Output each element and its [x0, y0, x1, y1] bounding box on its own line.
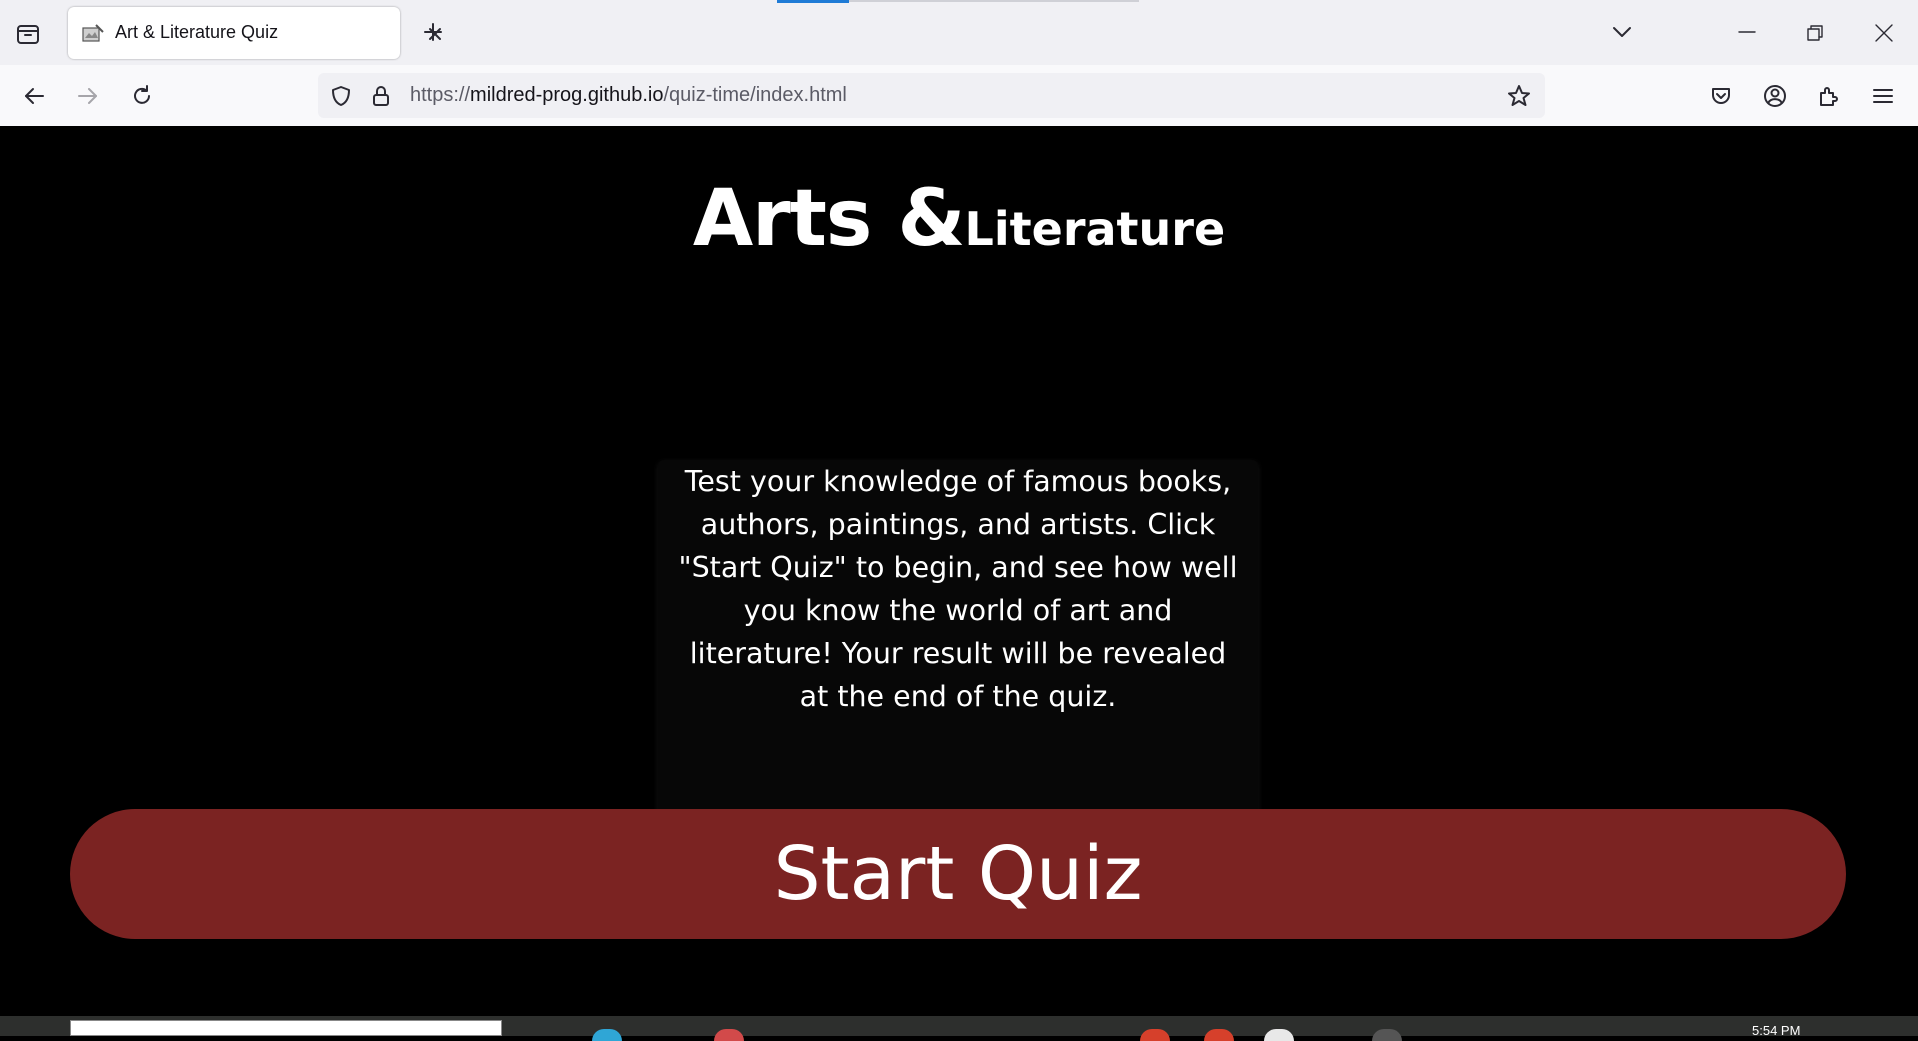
url-text[interactable]: https://mildred-prog.github.io/quiz-time… [410, 84, 847, 107]
browser-chrome: Art & Literature Quiz https://mildred-pr… [0, 0, 1918, 126]
tab-strip: Art & Literature Quiz [0, 0, 1918, 65]
start-quiz-button[interactable]: Start Quiz [70, 809, 1846, 939]
taskbar-search-box[interactable] [70, 1020, 502, 1036]
firefox-view-icon[interactable] [12, 18, 44, 50]
extensions-icon[interactable] [1814, 81, 1844, 111]
url-bar[interactable]: https://mildred-prog.github.io/quiz-time… [318, 73, 1545, 118]
navigation-bar: https://mildred-prog.github.io/quiz-time… [0, 65, 1918, 126]
pocket-icon[interactable] [1706, 81, 1736, 111]
url-scheme: https:// [410, 84, 471, 106]
intro-card: Test your knowledge of famous books, aut… [658, 460, 1258, 850]
plus-icon[interactable] [419, 18, 447, 46]
taskbar-app-icon[interactable] [592, 1029, 622, 1041]
account-icon[interactable] [1760, 81, 1790, 111]
taskbar-app-icon[interactable] [1372, 1029, 1402, 1041]
page-title: Arts &Literature [0, 174, 1918, 264]
tab-title: Art & Literature Quiz [115, 22, 279, 42]
taskbar: 5:54 PM [0, 1016, 1918, 1041]
reload-icon[interactable] [126, 80, 158, 112]
active-tab[interactable]: Art & Literature Quiz [68, 7, 441, 59]
url-path: /quiz-time/index.html [663, 84, 847, 106]
taskbar-app-icon[interactable] [1264, 1029, 1294, 1041]
forward-icon[interactable] [72, 80, 104, 112]
intro-text: Test your knowledge of famous books, aut… [678, 465, 1238, 713]
restore-icon[interactable] [1800, 20, 1830, 46]
url-host: mildred-prog.github.io [470, 84, 664, 106]
art-favicon-icon [82, 24, 104, 42]
taskbar-app-icon[interactable] [1140, 1029, 1170, 1041]
bookmark-star-icon[interactable] [1505, 82, 1533, 110]
chevron-down-icon[interactable] [1608, 20, 1636, 44]
back-icon[interactable] [18, 80, 50, 112]
page-content: Arts &Literature Test your knowledge of … [0, 126, 1918, 1016]
taskbar-app-icon[interactable] [1204, 1029, 1234, 1041]
taskbar-app-icon[interactable] [714, 1029, 744, 1041]
window-close-icon[interactable] [1868, 18, 1900, 48]
loading-track [849, 0, 1139, 2]
tracking-shield-icon[interactable] [328, 83, 354, 109]
lock-icon[interactable] [368, 83, 394, 109]
minimize-icon[interactable] [1732, 20, 1762, 44]
title-main: Arts & [692, 174, 966, 264]
menu-icon[interactable] [1868, 81, 1898, 111]
title-sub: Literature [964, 202, 1226, 256]
loading-indicator [777, 0, 849, 3]
